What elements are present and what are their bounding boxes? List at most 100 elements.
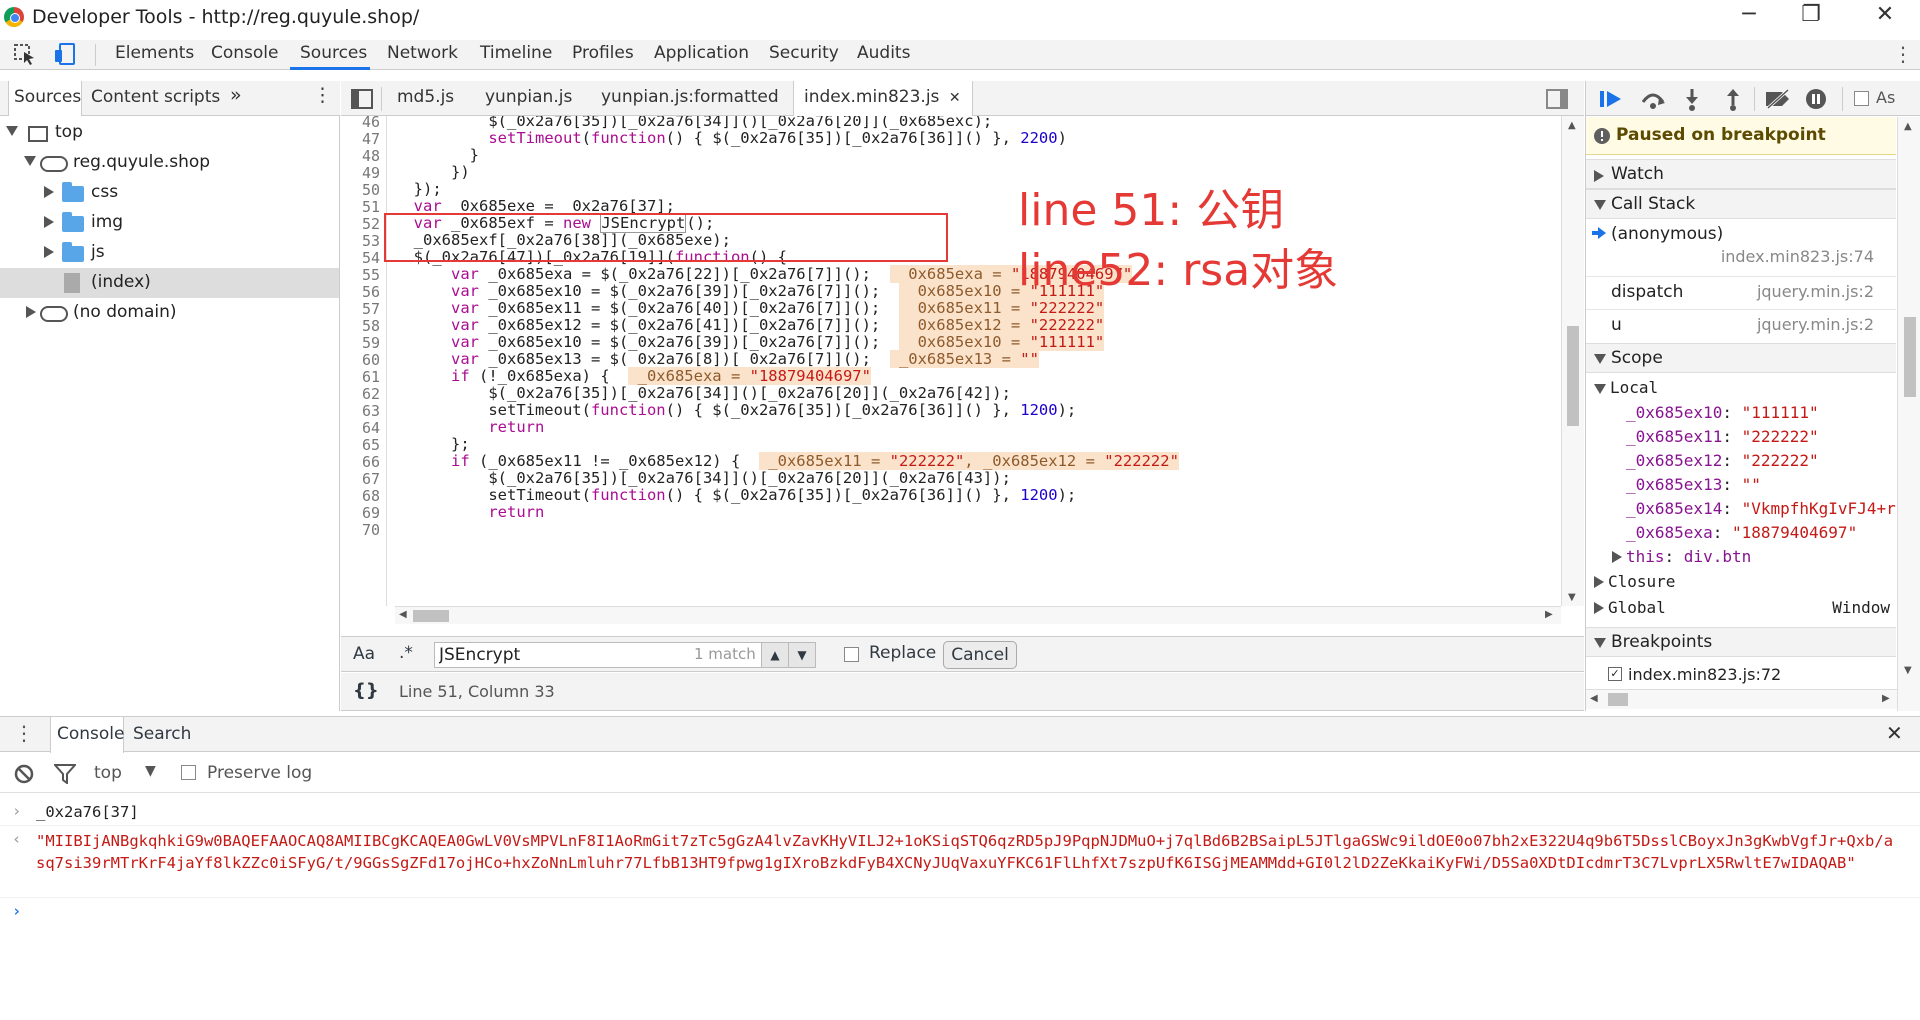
line-number[interactable]: 67 bbox=[341, 470, 380, 488]
line-number[interactable]: 59 bbox=[341, 334, 380, 352]
scroll-down-icon[interactable]: ▼ bbox=[1568, 592, 1576, 603]
scope-global[interactable]: Global Window bbox=[1586, 595, 1896, 621]
editor-tab-index-min823[interactable]: index.min823.js ✕ bbox=[793, 81, 973, 117]
tab-profiles[interactable]: Profiles bbox=[572, 43, 634, 63]
line-number[interactable]: 70 bbox=[341, 521, 380, 539]
match-case-toggle[interactable]: Aa bbox=[353, 644, 375, 664]
scroll-right-icon[interactable]: ▶ bbox=[1545, 609, 1553, 620]
line-number[interactable]: 55 bbox=[341, 266, 380, 284]
breakpoint-item[interactable]: ✓ index.min823.js:72 bbox=[1586, 663, 1896, 687]
tree-item-folder-js[interactable]: js bbox=[0, 238, 339, 268]
navigator-menu-icon[interactable]: ⋮ bbox=[313, 84, 332, 106]
chevron-down-icon[interactable]: ▼ bbox=[145, 763, 156, 779]
scroll-right-icon[interactable]: ▶ bbox=[1882, 693, 1890, 704]
scope-closure[interactable]: Closure bbox=[1586, 569, 1896, 595]
line-number[interactable]: 63 bbox=[341, 402, 380, 420]
tab-network[interactable]: Network bbox=[387, 43, 458, 63]
breakpoint-checkbox[interactable]: ✓ bbox=[1608, 667, 1622, 681]
scope-this[interactable]: this: div.btn bbox=[1586, 545, 1896, 569]
call-frame[interactable]: u jquery.min.js:2 bbox=[1586, 312, 1896, 340]
editor-tab-yunpian[interactable]: yunpian.js bbox=[485, 81, 572, 116]
console-prompt[interactable]: › bbox=[12, 902, 21, 920]
scroll-down-icon[interactable]: ▼ bbox=[1904, 665, 1912, 676]
scroll-left-icon[interactable]: ◀ bbox=[1590, 693, 1598, 704]
call-frame-location[interactable]: jquery.min.js:2 bbox=[1757, 282, 1874, 301]
filter-icon[interactable] bbox=[54, 764, 76, 784]
scrollbar-thumb[interactable] bbox=[1567, 326, 1579, 426]
scope-variable[interactable]: _0x685exa: "18879404697" bbox=[1586, 521, 1896, 545]
line-number[interactable]: 68 bbox=[341, 487, 380, 505]
devtools-menu-icon[interactable]: ⋮ bbox=[1893, 42, 1913, 66]
section-call-stack[interactable]: Call Stack bbox=[1586, 189, 1896, 219]
sidebar-vertical-scrollbar[interactable]: ▲ ▼ bbox=[1897, 117, 1920, 711]
tree-item-no-domain[interactable]: (no domain) bbox=[0, 298, 339, 328]
close-tab-icon[interactable]: ✕ bbox=[949, 90, 961, 106]
editor-tab-yunpian-formatted[interactable]: yunpian.js:formatted bbox=[601, 81, 779, 116]
scope-variable[interactable]: _0x685ex14: "VkmpfhKgIvFJ4+r bbox=[1586, 497, 1896, 521]
scrollbar-thumb[interactable] bbox=[413, 610, 449, 622]
deactivate-breakpoints-icon[interactable] bbox=[1764, 88, 1792, 110]
context-selector[interactable]: top bbox=[94, 763, 122, 783]
section-scope[interactable]: Scope bbox=[1586, 343, 1896, 373]
line-number[interactable]: 46 bbox=[341, 116, 380, 131]
line-number[interactable]: 61 bbox=[341, 368, 380, 386]
line-number[interactable]: 52 bbox=[341, 215, 380, 233]
line-number[interactable]: 57 bbox=[341, 300, 380, 318]
line-number[interactable]: 51 bbox=[341, 198, 380, 216]
scope-variable[interactable]: _0x685ex13: "" bbox=[1586, 473, 1896, 497]
more-tabs-icon[interactable]: » bbox=[230, 84, 242, 106]
code-editor[interactable]: 46 47 48 49 50 51 52 53 54 55 56 57 58 5… bbox=[341, 116, 1561, 606]
line-number[interactable]: 48 bbox=[341, 147, 380, 165]
line-number[interactable]: 65 bbox=[341, 436, 380, 454]
device-toolbar-icon[interactable] bbox=[52, 42, 78, 66]
line-number[interactable]: 47 bbox=[341, 130, 380, 148]
editor-vertical-scrollbar[interactable]: ▲ ▼ bbox=[1561, 116, 1584, 606]
line-number[interactable]: 66 bbox=[341, 453, 380, 471]
line-number[interactable]: 60 bbox=[341, 351, 380, 369]
regex-toggle[interactable]: .* bbox=[399, 643, 413, 663]
tab-application[interactable]: Application bbox=[654, 43, 749, 63]
tree-item-index[interactable]: (index) bbox=[0, 268, 339, 298]
close-drawer-icon[interactable]: ✕ bbox=[1886, 721, 1903, 745]
toggle-debugger-sidebar-icon[interactable] bbox=[1546, 89, 1568, 109]
sidebar-horizontal-scrollbar[interactable]: ◀ ▶ bbox=[1586, 689, 1897, 709]
minimize-button[interactable]: ─ bbox=[1734, 2, 1764, 27]
scope-variable[interactable]: _0x685ex10: "111111" bbox=[1586, 401, 1896, 425]
scope-variable[interactable]: _0x685ex12: "222222" bbox=[1586, 449, 1896, 473]
tab-security[interactable]: Security bbox=[769, 43, 839, 63]
close-window-button[interactable]: ✕ bbox=[1870, 2, 1900, 27]
call-frame[interactable]: dispatch jquery.min.js:2 bbox=[1586, 279, 1896, 307]
tree-item-folder-css[interactable]: css bbox=[0, 178, 339, 208]
tab-sources[interactable]: Sources bbox=[300, 43, 367, 63]
call-frame[interactable]: (anonymous) index.min823.js:74 bbox=[1586, 221, 1896, 273]
line-number[interactable]: 62 bbox=[341, 385, 380, 403]
clear-console-icon[interactable] bbox=[14, 764, 34, 784]
line-number[interactable]: 50 bbox=[341, 181, 380, 199]
preserve-log-checkbox[interactable] bbox=[181, 765, 196, 780]
line-number[interactable]: 69 bbox=[341, 504, 380, 522]
scroll-left-icon[interactable]: ◀ bbox=[399, 609, 407, 620]
tab-timeline[interactable]: Timeline bbox=[480, 43, 552, 63]
step-over-icon[interactable] bbox=[1639, 88, 1667, 110]
step-into-icon[interactable] bbox=[1682, 87, 1702, 111]
line-number[interactable]: 56 bbox=[341, 283, 380, 301]
pause-on-exceptions-icon[interactable] bbox=[1804, 87, 1828, 111]
tab-console[interactable]: Console bbox=[211, 43, 279, 63]
scrollbar-thumb[interactable] bbox=[1904, 317, 1916, 397]
tab-elements[interactable]: Elements bbox=[115, 43, 194, 63]
editor-horizontal-scrollbar[interactable]: ◀ ▶ bbox=[395, 606, 1561, 624]
scope-local[interactable]: Local bbox=[1586, 377, 1896, 401]
tree-item-top[interactable]: top bbox=[0, 118, 339, 148]
restore-button[interactable]: ❐ bbox=[1796, 2, 1826, 27]
navtab-sources[interactable]: Sources bbox=[14, 87, 81, 107]
scroll-up-icon[interactable]: ▲ bbox=[1904, 121, 1912, 132]
console-prompt-line[interactable]: › bbox=[0, 900, 1920, 926]
section-breakpoints[interactable]: Breakpoints bbox=[1586, 627, 1896, 657]
section-watch[interactable]: Watch bbox=[1586, 159, 1896, 189]
call-frame-location[interactable]: index.min823.js:74 bbox=[1721, 247, 1874, 266]
pretty-print-button[interactable]: {} bbox=[353, 680, 379, 701]
line-number[interactable]: 64 bbox=[341, 419, 380, 437]
scrollbar-thumb[interactable] bbox=[1608, 693, 1628, 706]
inspect-element-icon[interactable] bbox=[12, 42, 38, 66]
line-number[interactable]: 53 bbox=[341, 232, 380, 250]
